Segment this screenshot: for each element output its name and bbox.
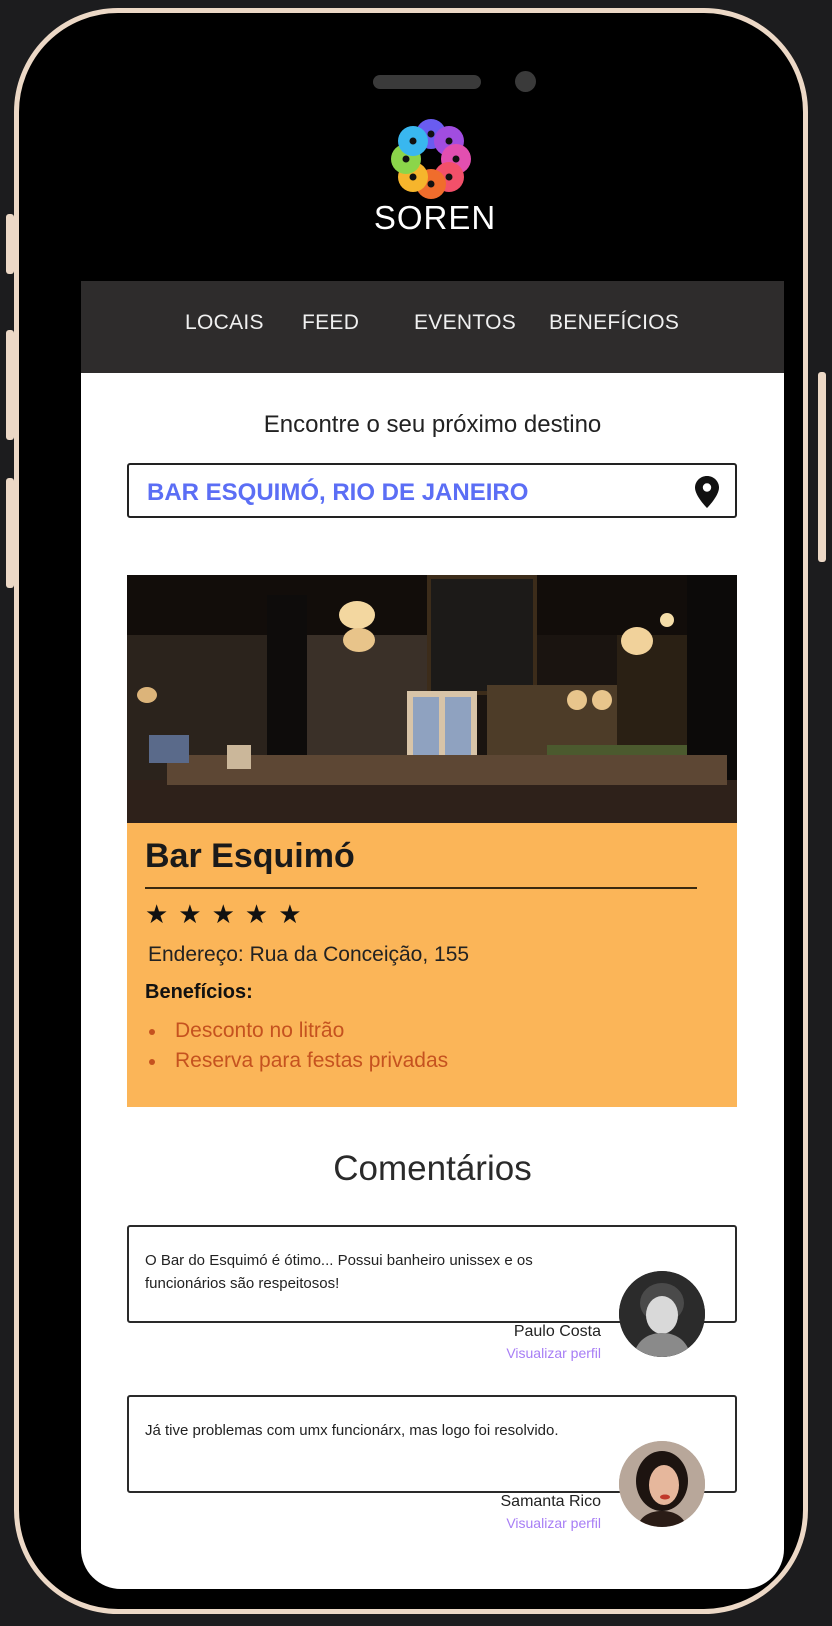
phone-side-button [6, 330, 14, 440]
comments-heading: Comentários [333, 1149, 532, 1188]
search-value: BAR ESQUIMÓ, RIO DE JANEIRO [147, 479, 529, 506]
nav-item-eventos[interactable]: EVENTOS [414, 311, 516, 335]
benefit-item: Desconto no litrão [145, 1019, 448, 1049]
nav-item-locais[interactable]: LOCAIS [185, 311, 264, 335]
avatar[interactable] [619, 1441, 705, 1527]
phone-side-button [818, 372, 826, 562]
place-address: Endereço: Rua da Conceição, 155 [148, 943, 470, 966]
phone-frame: SOREN LOCAIS FEED EVENTOS BENEFÍCIOS Enc… [14, 8, 808, 1614]
comment-text: Já tive problemas com umx funcionárx, ma… [145, 1422, 559, 1439]
avatar-image [619, 1441, 705, 1527]
avatar[interactable] [619, 1271, 705, 1357]
place-card: Bar Esquimó ★★★★★ Endereço: Rua da Conce… [127, 823, 737, 1107]
soren-logo-icon [391, 119, 471, 199]
nav-item-beneficios[interactable]: BENEFÍCIOS [549, 311, 679, 335]
brand-name: SOREN [373, 199, 497, 236]
avatar-image [619, 1271, 705, 1357]
location-pin-icon[interactable] [695, 476, 719, 508]
comment-author: Paulo Costa [513, 1323, 601, 1340]
comment-text: O Bar do Esquimó é ótimo... Possui banhe… [145, 1252, 533, 1292]
location-search-input[interactable]: BAR ESQUIMÓ, RIO DE JANEIRO [127, 463, 737, 518]
search-heading: Encontre o seu próximo destino [263, 411, 602, 438]
view-profile-link[interactable]: Visualizar perfil [81, 1515, 601, 1531]
divider [145, 887, 697, 889]
app-screen: LOCAIS FEED EVENTOS BENEFÍCIOS Encontre … [81, 281, 784, 1589]
top-nav: LOCAIS FEED EVENTOS BENEFÍCIOS [81, 281, 784, 373]
phone-side-button [6, 214, 14, 274]
comment-author: Samanta Rico [500, 1493, 602, 1510]
camera [515, 71, 536, 92]
benefit-item: Reserva para festas privadas [145, 1049, 448, 1079]
view-profile-link[interactable]: Visualizar perfil [81, 1345, 601, 1361]
bar-photo [127, 575, 737, 823]
benefits-list: Desconto no litrão Reserva para festas p… [145, 1019, 448, 1079]
speaker [373, 75, 481, 89]
phone-side-button [6, 478, 14, 588]
star-rating: ★★★★★ [145, 899, 312, 929]
place-name: Bar Esquimó [145, 837, 355, 875]
nav-item-feed[interactable]: FEED [302, 311, 359, 335]
benefits-label: Benefícios: [145, 981, 253, 1003]
